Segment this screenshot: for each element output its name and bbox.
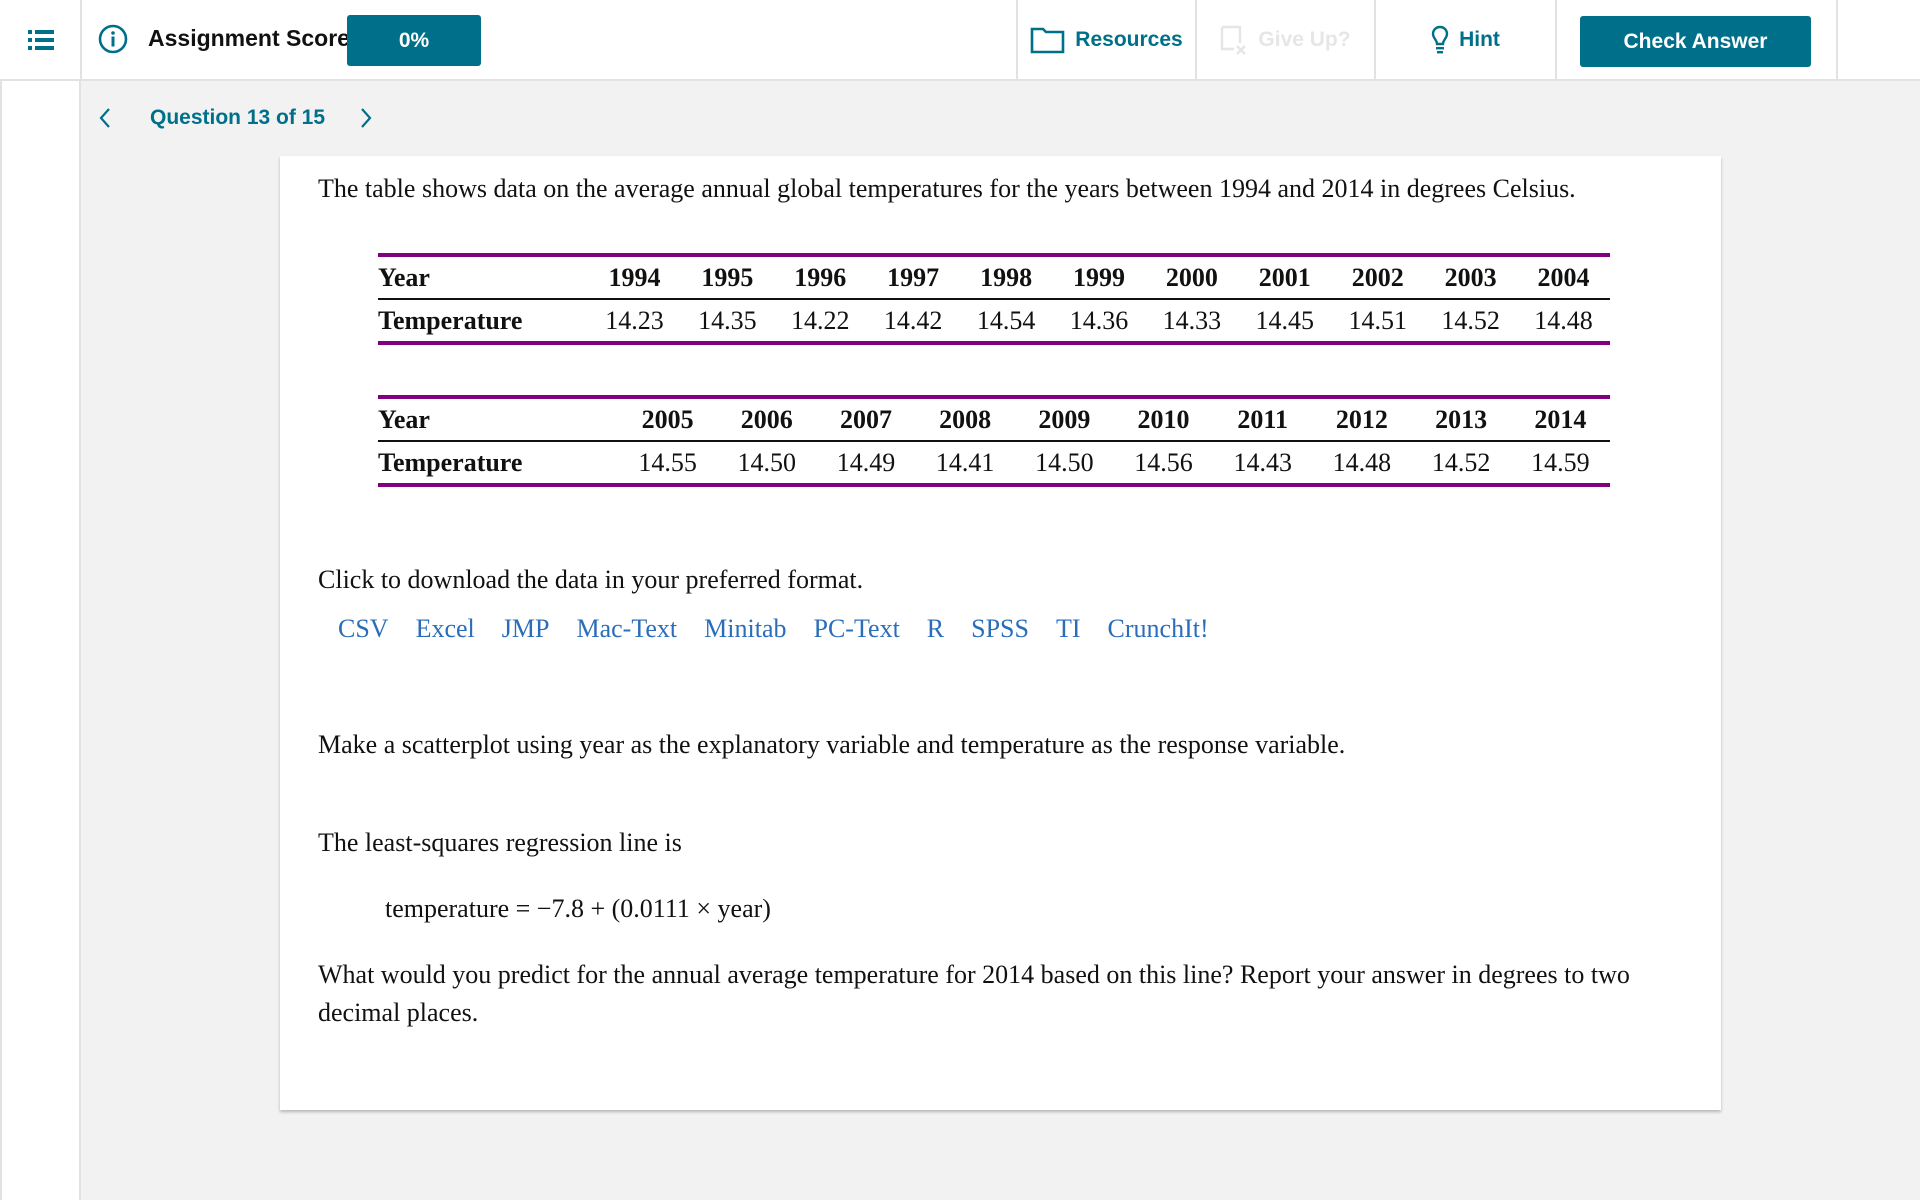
year-cell: 2013 <box>1411 395 1511 442</box>
year-cell: 2004 <box>1517 253 1610 300</box>
year-cell: 1996 <box>773 253 867 300</box>
year-cell: 2006 <box>717 395 817 442</box>
temperature-cell: 14.43 <box>1213 441 1313 487</box>
previous-question-button[interactable] <box>90 103 120 133</box>
question-navigation: Question 13 of 15 <box>90 98 381 138</box>
temperature-cell: 14.49 <box>816 441 916 487</box>
download-links: CSV Excel JMP Mac-Text Minitab PC-Text R SPSS TI… <box>338 614 1236 644</box>
download-link-spss[interactable]: SPSS <box>971 614 1029 644</box>
give-up-button[interactable]: Give Up? <box>1197 0 1374 80</box>
assignment-score-label: Assignment Score: <box>148 25 358 51</box>
question-text-line-2: decimal places. <box>318 998 479 1027</box>
temperature-cell: 14.54 <box>959 299 1053 345</box>
download-prompt: Click to download the data in your prefe… <box>318 565 864 594</box>
temperature-cell: 14.50 <box>1014 441 1114 487</box>
temperature-row: Temperature 14.23 14.35 14.22 14.42 14.54 14.… <box>378 299 1610 345</box>
temperature-cell: 14.59 <box>1510 441 1610 487</box>
lightbulb-icon <box>1431 25 1449 54</box>
download-link-crunchit[interactable]: CrunchIt! <box>1108 614 1209 644</box>
toolbar-divider <box>1555 0 1557 80</box>
temperature-cell: 14.45 <box>1238 299 1332 345</box>
year-row: Year 1994 1995 1996 1997 1998 1999 2000 2001 200… <box>378 253 1610 300</box>
temperature-cell: 14.36 <box>1052 299 1146 345</box>
scatterplot-instruction: Make a scatterplot using year as the exp… <box>318 730 1346 759</box>
year-cell: 2005 <box>618 395 718 442</box>
temperature-cell: 14.51 <box>1331 299 1425 345</box>
question-counter: Question 13 of 15 <box>150 106 326 129</box>
temperature-cell: 14.35 <box>680 299 774 345</box>
year-row: Year 2005 2006 2007 2008 2009 2010 2011 2012 201… <box>378 395 1610 442</box>
download-link-jmp[interactable]: JMP <box>502 614 550 644</box>
temperature-cell: 14.56 <box>1113 441 1214 487</box>
year-cell: 2014 <box>1510 395 1610 442</box>
regression-equation: temperature = −7.8 + (0.0111 × year) <box>385 894 771 923</box>
resources-button[interactable]: Resources <box>1018 0 1195 80</box>
resources-label: Resources <box>1075 28 1183 51</box>
year-cell: 2001 <box>1238 253 1332 300</box>
year-cell: 2011 <box>1213 395 1313 442</box>
temperature-cell: 14.52 <box>1411 441 1511 487</box>
download-link-pc-text[interactable]: PC-Text <box>814 614 900 644</box>
check-answer-button[interactable]: Check Answer <box>1580 16 1811 67</box>
temperature-cell: 14.52 <box>1424 299 1518 345</box>
temperature-cell: 14.48 <box>1312 441 1412 487</box>
year-cell: 1995 <box>680 253 774 300</box>
temperature-cell: 14.50 <box>717 441 817 487</box>
give-up-label: Give Up? <box>1258 28 1351 51</box>
row-header: Temperature <box>378 441 618 487</box>
row-header: Year <box>378 253 588 300</box>
year-cell: 2008 <box>915 395 1015 442</box>
download-link-excel[interactable]: Excel <box>416 614 475 644</box>
intro-text: The table shows data on the average annu… <box>318 174 1576 203</box>
row-header: Year <box>378 395 618 442</box>
year-cell: 2012 <box>1312 395 1412 442</box>
hint-button[interactable]: Hint <box>1376 0 1555 80</box>
regression-intro: The least-squares regression line is <box>318 828 682 857</box>
toolbar-divider <box>80 0 82 80</box>
year-cell: 1999 <box>1052 253 1146 300</box>
year-cell: 1998 <box>959 253 1053 300</box>
temperature-row: Temperature 14.55 14.50 14.49 14.41 14.50 14.… <box>378 441 1610 487</box>
chevron-right-icon <box>361 108 372 128</box>
temperature-cell: 14.55 <box>618 441 718 487</box>
download-link-minitab[interactable]: Minitab <box>704 614 786 644</box>
year-cell: 1997 <box>866 253 960 300</box>
year-cell: 2002 <box>1331 253 1425 300</box>
year-cell: 2009 <box>1014 395 1114 442</box>
download-link-ti[interactable]: TI <box>1056 614 1081 644</box>
top-toolbar: Assignment Score: 0% Resources Give Up? … <box>0 0 1920 81</box>
folder-icon <box>1030 27 1065 54</box>
year-cell: 2010 <box>1113 395 1214 442</box>
info-icon[interactable] <box>98 24 128 54</box>
question-text-line-1: What would you predict for the annual av… <box>318 960 1630 989</box>
assignment-score-value: 0% <box>347 15 481 66</box>
download-link-csv[interactable]: CSV <box>338 614 389 644</box>
temperature-cell: 14.33 <box>1145 299 1239 345</box>
toolbar-divider <box>1836 0 1838 80</box>
temperature-cell: 14.48 <box>1517 299 1610 345</box>
question-card: The table shows data on the average annu… <box>280 156 1721 1110</box>
year-cell: 2007 <box>816 395 916 442</box>
download-link-mac-text[interactable]: Mac-Text <box>576 614 677 644</box>
year-cell: 2003 <box>1424 253 1518 300</box>
year-cell: 1994 <box>588 253 681 300</box>
year-cell: 2000 <box>1145 253 1239 300</box>
left-rail <box>0 0 81 1200</box>
temperature-table-1994-2004: Year 1994 1995 1996 1997 1998 1999 2000 2001 200… <box>378 253 1610 345</box>
list-icon <box>27 29 54 50</box>
download-link-r[interactable]: R <box>927 614 944 644</box>
temperature-cell: 14.42 <box>866 299 960 345</box>
question-list-button[interactable] <box>0 0 81 79</box>
chevron-left-icon <box>99 108 110 128</box>
temperature-table-2005-2014: Year 2005 2006 2007 2008 2009 2010 2011 2012 201… <box>378 395 1610 487</box>
hint-label: Hint <box>1459 28 1500 51</box>
next-question-button[interactable] <box>351 103 381 133</box>
temperature-cell: 14.22 <box>773 299 867 345</box>
give-up-icon <box>1221 25 1247 55</box>
row-header: Temperature <box>378 299 588 345</box>
temperature-cell: 14.41 <box>915 441 1015 487</box>
temperature-cell: 14.23 <box>588 299 681 345</box>
